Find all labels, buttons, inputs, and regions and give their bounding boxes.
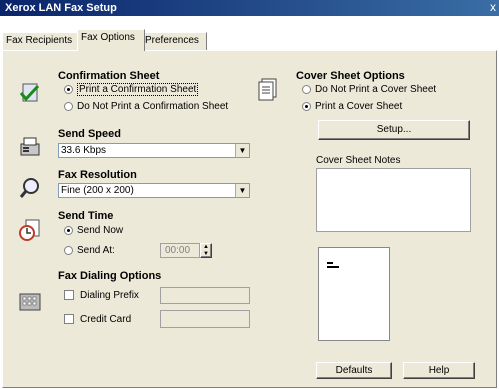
send-now-radio[interactable]: Send Now xyxy=(64,225,123,236)
do-not-print-confirmation-label: Do Not Print a Confirmation Sheet xyxy=(77,101,229,112)
cover-sheet-notes-label: Cover Sheet Notes xyxy=(316,155,401,166)
document-icon xyxy=(256,77,280,101)
send-speed-value: 33.6 Kbps xyxy=(61,145,107,156)
magnifier-icon xyxy=(18,176,42,200)
do-not-print-cover-radio[interactable]: Do Not Print a Cover Sheet xyxy=(302,84,436,95)
send-at-time-input[interactable]: 00:00 xyxy=(160,243,200,258)
send-at-time-value: 00:00 xyxy=(165,245,191,256)
window-title: Xerox LAN Fax Setup xyxy=(5,2,117,14)
chevron-down-icon[interactable]: ▼ xyxy=(235,184,249,197)
tab-fax-options[interactable]: Fax Options xyxy=(77,29,145,51)
chevron-down-icon[interactable]: ▼ xyxy=(235,144,249,157)
defaults-button[interactable]: Defaults xyxy=(316,362,392,379)
radio-indicator[interactable] xyxy=(64,101,73,111)
checkbox-indicator[interactable] xyxy=(64,314,74,325)
send-time-heading: Send Time xyxy=(58,210,114,222)
fax-machine-icon xyxy=(18,135,42,159)
confirmation-sheet-heading: Confirmation Sheet xyxy=(58,70,160,82)
time-spinner[interactable]: ▲ ▼ xyxy=(200,243,212,258)
checkbox-indicator[interactable] xyxy=(64,290,74,301)
clock-icon xyxy=(18,218,42,242)
cover-sheet-options-heading: Cover Sheet Options xyxy=(296,70,405,82)
credit-card-input[interactable] xyxy=(160,310,250,328)
radio-indicator[interactable] xyxy=(302,101,311,111)
radio-indicator[interactable] xyxy=(64,225,73,235)
dialing-prefix-checkbox[interactable]: Dialing Prefix xyxy=(64,290,139,301)
checkmark-icon xyxy=(18,80,42,104)
do-not-print-confirmation-radio[interactable]: Do Not Print a Confirmation Sheet xyxy=(64,101,228,112)
print-cover-radio[interactable]: Print a Cover Sheet xyxy=(302,101,402,112)
fax-resolution-heading: Fax Resolution xyxy=(58,169,137,181)
fax-resolution-select[interactable]: Fine (200 x 200) ▼ xyxy=(58,183,250,198)
send-at-radio[interactable]: Send At: xyxy=(64,245,115,256)
cover-sheet-notes-textarea[interactable] xyxy=(316,168,471,232)
send-at-label: Send At: xyxy=(77,245,115,256)
close-button[interactable]: x xyxy=(490,0,496,14)
radio-indicator[interactable] xyxy=(64,245,73,255)
print-confirmation-label: Print a Confirmation Sheet xyxy=(77,83,199,96)
credit-card-label: Credit Card xyxy=(80,314,132,325)
do-not-print-cover-label: Do Not Print a Cover Sheet xyxy=(315,84,437,95)
credit-card-checkbox[interactable]: Credit Card xyxy=(64,314,131,325)
help-button[interactable]: Help xyxy=(403,362,475,379)
fax-resolution-value: Fine (200 x 200) xyxy=(61,185,134,196)
dialing-prefix-input[interactable] xyxy=(160,287,250,304)
fax-dialing-options-heading: Fax Dialing Options xyxy=(58,270,162,282)
send-speed-heading: Send Speed xyxy=(58,128,121,140)
cover-sheet-preview xyxy=(318,247,390,341)
radio-indicator[interactable] xyxy=(64,84,73,94)
tab-preferences[interactable]: Preferences xyxy=(141,32,207,50)
print-cover-label: Print a Cover Sheet xyxy=(315,101,403,112)
keypad-icon xyxy=(18,290,42,314)
send-now-label: Send Now xyxy=(77,225,124,236)
dialing-prefix-label: Dialing Prefix xyxy=(80,290,139,301)
send-speed-select[interactable]: 33.6 Kbps ▼ xyxy=(58,143,250,158)
radio-indicator[interactable] xyxy=(302,84,311,94)
tab-fax-recipients[interactable]: Fax Recipients xyxy=(2,32,80,50)
title-bar: Xerox LAN Fax Setup x xyxy=(0,0,499,16)
print-confirmation-radio[interactable]: Print a Confirmation Sheet xyxy=(64,83,199,96)
setup-button[interactable]: Setup... xyxy=(318,120,470,140)
